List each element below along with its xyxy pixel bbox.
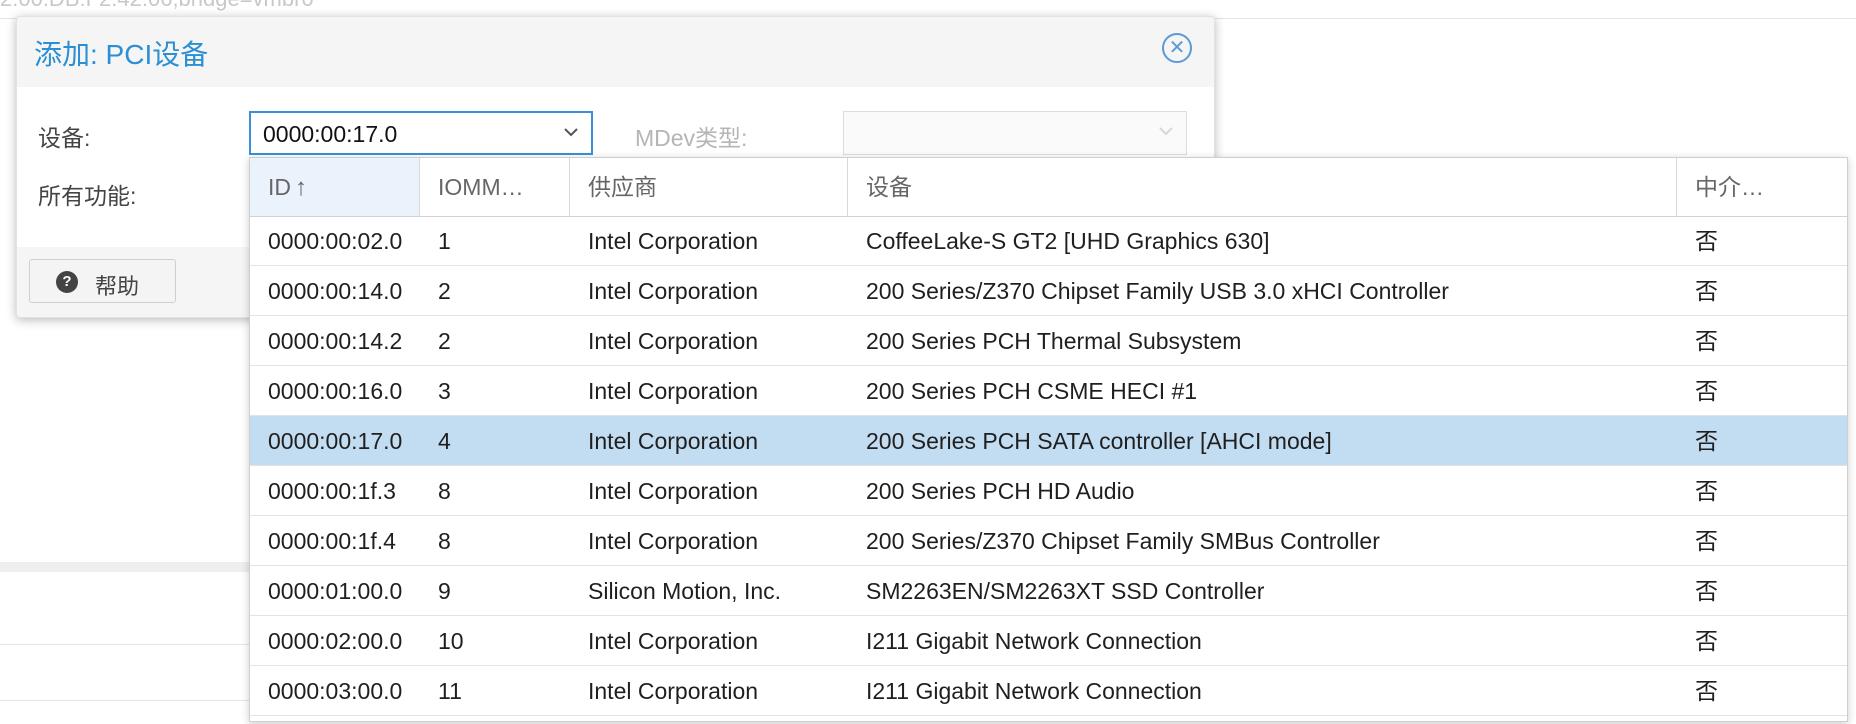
cell-vendor: Intel Corporation	[588, 528, 759, 554]
cell-id: 0000:00:17.0	[268, 428, 403, 454]
cell-iommu: 1	[438, 228, 451, 254]
cell-device: I211 Gigabit Network Connection	[866, 678, 1202, 704]
sort-up-arrow-icon: ↑	[295, 174, 307, 201]
cell-iommu: 3	[438, 378, 451, 404]
table-row[interactable]: 0000:00:1f.4 8 Intel Corporation 200 Ser…	[250, 516, 1847, 566]
cell-iommu: 4	[438, 428, 451, 454]
table-row[interactable]: 0000:00:14.2 2 Intel Corporation 200 Ser…	[250, 316, 1847, 366]
cell-vendor: Intel Corporation	[588, 278, 759, 304]
column-header-iommu[interactable]: IOMM…	[420, 158, 570, 216]
dialog-title: 添加: PCI设备	[34, 39, 209, 70]
device-select-value: 0000:00:17.0	[263, 121, 398, 147]
chevron-down-icon	[1159, 127, 1173, 136]
close-icon[interactable]: ✕	[1162, 33, 1192, 63]
cell-mdev: 否	[1695, 678, 1718, 704]
cell-mdev: 否	[1695, 378, 1718, 404]
cell-device: 200 Series/Z370 Chipset Family SMBus Con…	[866, 528, 1380, 554]
device-label: 设备:	[38, 125, 91, 151]
cell-mdev: 否	[1695, 328, 1718, 354]
help-button-label: 帮助	[95, 274, 140, 299]
background-config-text: 2:00:DB:F2:42:06,bridge=vmbr0	[0, 0, 314, 12]
table-row[interactable]: 0000:02:00.0 10 Intel Corporation I211 G…	[250, 616, 1847, 666]
table-row[interactable]: 0000:00:14.0 2 Intel Corporation 200 Ser…	[250, 266, 1847, 316]
cell-iommu: 10	[438, 628, 464, 654]
chevron-down-icon[interactable]	[561, 122, 581, 142]
cell-mdev: 否	[1695, 228, 1718, 254]
cell-iommu: 2	[438, 278, 451, 304]
cell-vendor: Intel Corporation	[588, 628, 759, 654]
table-row[interactable]: 0000:01:00.0 9 Silicon Motion, Inc. SM22…	[250, 566, 1847, 616]
cell-vendor: Intel Corporation	[588, 478, 759, 504]
table-row[interactable]: 0000:00:16.0 3 Intel Corporation 200 Ser…	[250, 366, 1847, 416]
cell-id: 0000:00:1f.4	[268, 528, 396, 554]
all-functions-label: 所有功能:	[38, 183, 137, 209]
column-header-vendor[interactable]: 供应商	[570, 158, 848, 216]
table-row[interactable]: 0000:00:1f.3 8 Intel Corporation 200 Ser…	[250, 466, 1847, 516]
cell-iommu: 8	[438, 478, 451, 504]
cell-id: 0000:00:14.2	[268, 328, 403, 354]
pci-device-dropdown-grid: ID ↑ IOMM… 供应商 设备 中介… 0000:00:02.0 1 Inte…	[249, 157, 1848, 722]
device-select[interactable]: 0000:00:17.0	[249, 111, 593, 155]
column-header-device[interactable]: 设备	[848, 158, 1677, 216]
cell-id: 0000:02:00.0	[268, 628, 403, 654]
cell-mdev: 否	[1695, 578, 1718, 604]
cell-vendor: Silicon Motion, Inc.	[588, 578, 782, 604]
table-row[interactable]: 0000:03:00.0 11 Intel Corporation I211 G…	[250, 666, 1847, 716]
cell-id: 0000:03:00.0	[268, 678, 403, 704]
column-header-label: ID	[268, 174, 291, 200]
table-row-selected[interactable]: 0000:00:17.0 4 Intel Corporation 200 Ser…	[250, 416, 1847, 466]
help-button[interactable]: ? 帮助	[29, 259, 176, 303]
cell-iommu: 9	[438, 578, 451, 604]
column-header-mdev[interactable]: 中介…	[1677, 158, 1847, 216]
mdev-type-label: MDev类型:	[635, 125, 748, 151]
mdev-type-select	[843, 111, 1187, 155]
cell-id: 0000:00:02.0	[268, 228, 403, 254]
question-circle-icon: ?	[56, 271, 78, 293]
cell-id: 0000:00:1f.3	[268, 478, 396, 504]
cell-device: 200 Series PCH Thermal Subsystem	[866, 328, 1242, 354]
cell-vendor: Intel Corporation	[588, 428, 759, 454]
cell-device: 200 Series PCH HD Audio	[866, 478, 1135, 504]
page: 2:00:DB:F2:42:06,bridge=vmbr0 添加: PCI设备 …	[0, 0, 1856, 724]
cell-mdev: 否	[1695, 428, 1718, 454]
cell-iommu: 11	[438, 678, 462, 704]
cell-id: 0000:00:14.0	[268, 278, 403, 304]
cell-id: 0000:00:16.0	[268, 378, 403, 404]
cell-vendor: Intel Corporation	[588, 378, 759, 404]
cell-iommu: 2	[438, 328, 451, 354]
cell-device: SM2263EN/SM2263XT SSD Controller	[866, 578, 1265, 604]
cell-iommu: 8	[438, 528, 451, 554]
cell-mdev: 否	[1695, 528, 1718, 554]
cell-device: 200 Series/Z370 Chipset Family USB 3.0 x…	[866, 278, 1449, 304]
cell-vendor: Intel Corporation	[588, 228, 759, 254]
cell-vendor: Intel Corporation	[588, 678, 759, 704]
cell-device: 200 Series PCH CSME HECI #1	[866, 378, 1198, 404]
cell-vendor: Intel Corporation	[588, 328, 759, 354]
cell-device: I211 Gigabit Network Connection	[866, 628, 1202, 654]
cell-id: 0000:01:00.0	[268, 578, 403, 604]
cell-device: CoffeeLake-S GT2 [UHD Graphics 630]	[866, 228, 1270, 254]
cell-mdev: 否	[1695, 628, 1718, 654]
cell-device: 200 Series PCH SATA controller [AHCI mod…	[866, 428, 1332, 454]
table-row[interactable]: 0000:00:02.0 1 Intel Corporation CoffeeL…	[250, 216, 1847, 266]
grid-header: ID ↑ IOMM… 供应商 设备 中介…	[250, 158, 1847, 217]
column-header-id[interactable]: ID ↑	[250, 158, 420, 216]
cell-mdev: 否	[1695, 478, 1718, 504]
cell-mdev: 否	[1695, 278, 1718, 304]
dialog-header: 添加: PCI设备 ✕	[17, 17, 1214, 87]
